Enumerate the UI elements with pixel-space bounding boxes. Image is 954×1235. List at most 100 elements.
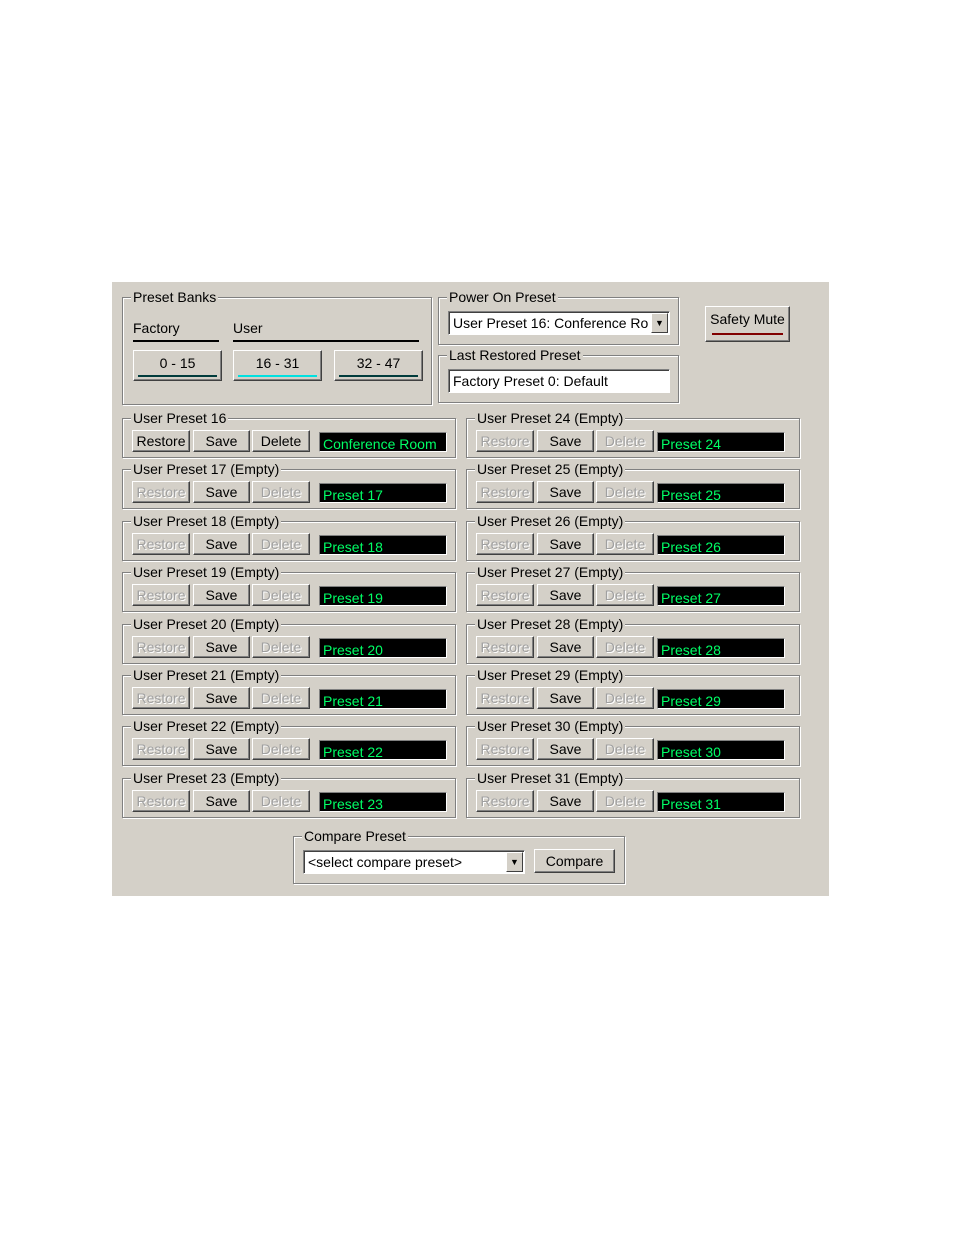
save-button[interactable]: Save <box>193 687 250 709</box>
preset-name-field[interactable]: Preset 25 <box>657 483 785 503</box>
restore-button[interactable]: Restore <box>132 481 190 503</box>
bank-button-16-31[interactable]: 16 - 31 <box>233 350 322 381</box>
save-label: Save <box>205 484 238 500</box>
preset-name-field[interactable]: Preset 24 <box>657 432 785 452</box>
compare-button[interactable]: Compare <box>534 849 615 873</box>
preset-name-field[interactable]: Preset 18 <box>319 535 447 555</box>
restore-button[interactable]: Restore <box>476 430 534 452</box>
delete-button[interactable]: Delete <box>252 533 310 555</box>
user-preset-title: User Preset 26 (Empty) <box>475 513 626 529</box>
user-preset-title: User Preset 19 (Empty) <box>131 564 282 580</box>
preset-name-field[interactable]: Preset 31 <box>657 792 785 812</box>
preset-name-field[interactable]: Preset 29 <box>657 689 785 709</box>
restore-button[interactable]: Restore <box>476 481 534 503</box>
user-preset-group: User Preset 22 (Empty) Restore Save Delete P… <box>122 718 456 766</box>
restore-button[interactable]: Restore <box>476 636 534 658</box>
restore-button[interactable]: Restore <box>476 687 534 709</box>
delete-button[interactable]: Delete <box>596 636 654 658</box>
restore-label: Restore <box>136 741 186 757</box>
save-button[interactable]: Save <box>537 790 594 812</box>
delete-label: Delete <box>260 793 302 809</box>
delete-label: Delete <box>260 587 302 603</box>
restore-button[interactable]: Restore <box>132 687 190 709</box>
chevron-down-icon[interactable]: ▼ <box>506 852 523 872</box>
preset-name: Preset 21 <box>323 693 383 709</box>
delete-button[interactable]: Delete <box>596 584 654 606</box>
preset-name-field[interactable]: Preset 23 <box>319 792 447 812</box>
save-button[interactable]: Save <box>537 738 594 760</box>
save-button[interactable]: Save <box>537 481 594 503</box>
save-button[interactable]: Save <box>193 790 250 812</box>
user-preset-group: User Preset 20 (Empty) Restore Save Delete P… <box>122 616 456 664</box>
preset-name: Preset 22 <box>323 744 383 760</box>
save-button[interactable]: Save <box>193 430 250 452</box>
preset-name-field[interactable]: Preset 26 <box>657 535 785 555</box>
delete-button[interactable]: Delete <box>596 533 654 555</box>
restore-button[interactable]: Restore <box>476 738 534 760</box>
preset-name-field[interactable]: Preset 20 <box>319 638 447 658</box>
user-preset-group: User Preset 19 (Empty) Restore Save Delete P… <box>122 564 456 612</box>
save-button[interactable]: Save <box>193 584 250 606</box>
restore-button[interactable]: Restore <box>132 533 190 555</box>
compare-preset-select[interactable]: <select compare preset> ▼ <box>303 850 525 874</box>
preset-name-field[interactable]: Preset 22 <box>319 740 447 760</box>
restore-button[interactable]: Restore <box>476 584 534 606</box>
delete-button[interactable]: Delete <box>252 738 310 760</box>
save-button[interactable]: Save <box>193 533 250 555</box>
delete-button[interactable]: Delete <box>596 430 654 452</box>
delete-button[interactable]: Delete <box>252 687 310 709</box>
restore-button[interactable]: Restore <box>132 738 190 760</box>
save-label: Save <box>549 741 582 757</box>
save-label: Save <box>549 793 582 809</box>
restore-label: Restore <box>136 690 186 706</box>
preset-name-field[interactable]: Preset 30 <box>657 740 785 760</box>
save-button[interactable]: Save <box>193 636 250 658</box>
chevron-down-icon[interactable]: ▼ <box>651 313 668 333</box>
delete-button[interactable]: Delete <box>252 584 310 606</box>
delete-label: Delete <box>604 484 646 500</box>
restore-label: Restore <box>480 793 530 809</box>
restore-label: Restore <box>136 639 186 655</box>
user-preset-group: User Preset 31 (Empty) Restore Save Delete P… <box>466 770 800 818</box>
preset-name-field[interactable]: Preset 27 <box>657 586 785 606</box>
delete-button[interactable]: Delete <box>252 430 310 452</box>
user-preset-title: User Preset 29 (Empty) <box>475 667 626 683</box>
save-button[interactable]: Save <box>193 738 250 760</box>
restore-button[interactable]: Restore <box>132 790 190 812</box>
bank-button-32-47[interactable]: 32 - 47 <box>334 350 423 381</box>
power-on-preset-select[interactable]: User Preset 16: Conference Room ▼ <box>448 311 670 335</box>
delete-button[interactable]: Delete <box>252 790 310 812</box>
delete-label: Delete <box>604 690 646 706</box>
delete-label: Delete <box>260 433 302 449</box>
save-button[interactable]: Save <box>537 584 594 606</box>
preset-name-field[interactable]: Conference Room <box>319 432 447 452</box>
preset-name-field[interactable]: Preset 17 <box>319 483 447 503</box>
save-button[interactable]: Save <box>537 533 594 555</box>
restore-label: Restore <box>480 690 530 706</box>
user-label: User <box>233 320 419 342</box>
delete-button[interactable]: Delete <box>596 481 654 503</box>
delete-button[interactable]: Delete <box>596 790 654 812</box>
delete-button[interactable]: Delete <box>252 636 310 658</box>
delete-button[interactable]: Delete <box>252 481 310 503</box>
save-button[interactable]: Save <box>193 481 250 503</box>
save-button[interactable]: Save <box>537 687 594 709</box>
delete-button[interactable]: Delete <box>596 687 654 709</box>
preset-name-field[interactable]: Preset 19 <box>319 586 447 606</box>
delete-button[interactable]: Delete <box>596 738 654 760</box>
preset-name: Preset 24 <box>661 436 721 452</box>
bank-button-0-15[interactable]: 0 - 15 <box>133 350 222 381</box>
save-label: Save <box>549 639 582 655</box>
restore-button[interactable]: Restore <box>132 584 190 606</box>
save-button[interactable]: Save <box>537 636 594 658</box>
restore-button[interactable]: Restore <box>476 533 534 555</box>
save-button[interactable]: Save <box>537 430 594 452</box>
restore-button[interactable]: Restore <box>476 790 534 812</box>
preset-name-field[interactable]: Preset 28 <box>657 638 785 658</box>
restore-button[interactable]: Restore <box>132 430 190 452</box>
safety-mute-button[interactable]: Safety Mute <box>705 306 790 342</box>
preset-name: Preset 26 <box>661 539 721 555</box>
restore-button[interactable]: Restore <box>132 636 190 658</box>
preset-name-field[interactable]: Preset 21 <box>319 689 447 709</box>
user-preset-title: User Preset 31 (Empty) <box>475 770 626 786</box>
